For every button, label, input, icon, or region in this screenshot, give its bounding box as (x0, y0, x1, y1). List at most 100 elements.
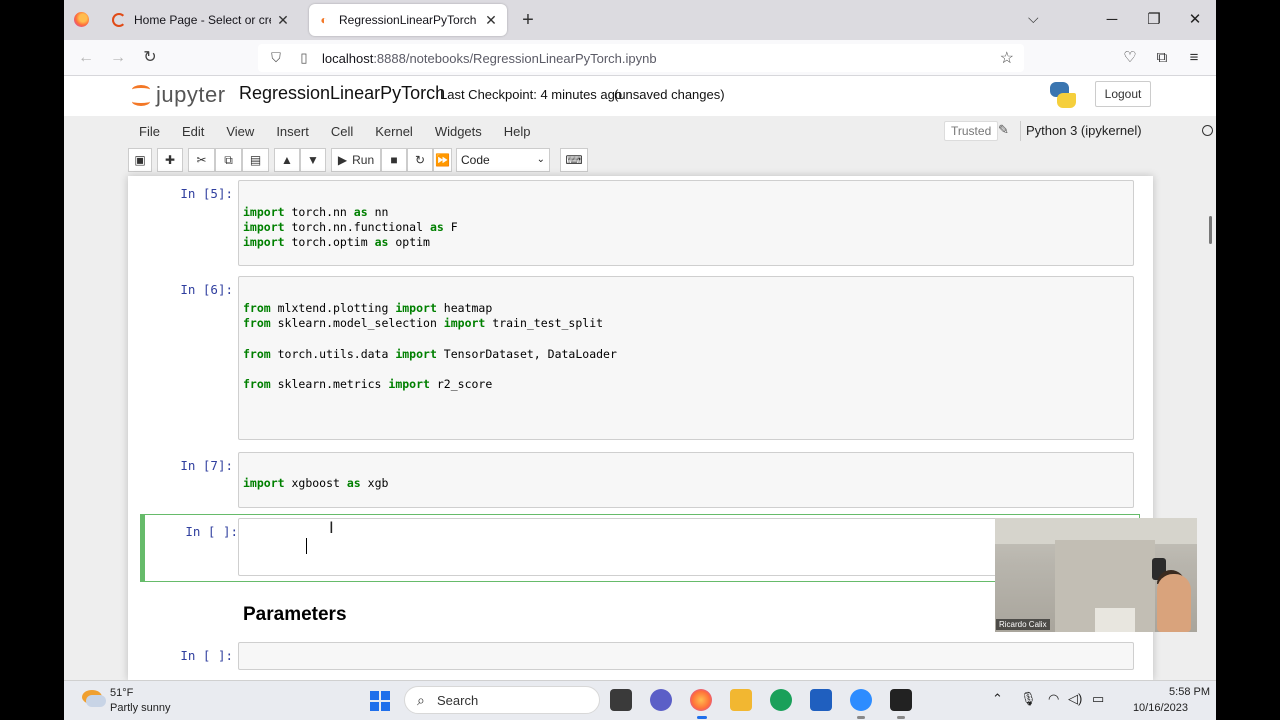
menu-bar: File Edit View Insert Cell Kernel Widget… (128, 116, 1213, 146)
save-icon[interactable]: ▣ (128, 148, 152, 172)
pocket-icon[interactable]: ♡ (1118, 46, 1142, 70)
code-editor[interactable]: from mlxtend.plotting import heatmap fro… (238, 276, 1134, 440)
teams-chat-icon[interactable] (650, 689, 672, 711)
restart-run-all-icon[interactable]: ⏩ (433, 148, 452, 172)
run-button[interactable]: ▶ Run (331, 148, 381, 172)
url-path: :8888/notebooks/RegressionLinearPyTorch.… (373, 50, 657, 66)
file-explorer-icon[interactable] (730, 689, 752, 711)
address-bar[interactable]: ⛉ ▯ localhost:8888/notebooks/RegressionL… (258, 44, 1024, 72)
chevron-down-icon: ⌄ (536, 154, 545, 165)
tab-notebook[interactable]: ◐ RegressionLinearPyTorch - Jupyter Note… (309, 4, 507, 36)
battery-icon[interactable]: ▭ (1092, 691, 1104, 707)
code-cell[interactable]: In [6]: from mlxtend.plotting import hea… (128, 274, 1153, 444)
restore-icon[interactable]: ❐ (1140, 8, 1168, 32)
code-editor[interactable]: import xgboost as xgb (238, 452, 1134, 508)
clock-time[interactable]: 5:58 PM (1150, 686, 1210, 698)
menu-cell[interactable]: Cell (320, 124, 364, 139)
interrupt-kernel-icon[interactable]: ■ (381, 148, 407, 172)
insert-cell-below-icon[interactable]: ✚ (157, 148, 183, 172)
jupyter-logo-icon (132, 83, 150, 107)
active-app-indicator (697, 716, 707, 719)
cell-type-select[interactable]: Code ⌄ (456, 148, 550, 172)
windows-start-icon[interactable] (370, 691, 390, 711)
microphone-icon[interactable]: 🎙 (1020, 691, 1037, 707)
tab-home-page[interactable]: Home Page - Select or create a notebook … (104, 4, 299, 36)
zoom-icon[interactable] (850, 689, 872, 711)
page-info-icon[interactable]: ▯ (294, 50, 314, 66)
menu-help[interactable]: Help (493, 124, 542, 139)
clock-date[interactable]: 10/16/2023 (1128, 702, 1188, 714)
list-tabs-icon[interactable]: ⌵ (1028, 10, 1039, 27)
logout-button[interactable]: Logout (1095, 81, 1151, 107)
copy-icon[interactable]: ⧉ (215, 148, 242, 172)
paste-icon[interactable]: ▤ (242, 148, 269, 172)
menu-view[interactable]: View (215, 124, 265, 139)
code-line: import torch.nn.functional as F (243, 220, 458, 234)
selected-code-cell[interactable]: In [ ]: (140, 514, 1140, 582)
text-caret (306, 538, 307, 554)
close-window-icon[interactable]: ✕ (1181, 8, 1209, 32)
code-cell[interactable]: In [ ]: (128, 640, 1153, 680)
back-icon[interactable]: ← (74, 46, 98, 70)
scrollbar[interactable] (1206, 176, 1216, 680)
browser-window: Home Page - Select or create a notebook … (64, 0, 1216, 720)
run-label: Run (352, 153, 375, 167)
edge-icon[interactable] (770, 689, 792, 711)
forward-icon[interactable]: → (106, 46, 130, 70)
kernel-name[interactable]: Python 3 (ipykernel) (1026, 123, 1142, 138)
cell-type-value: Code (461, 153, 490, 167)
weather-cloud-icon[interactable] (86, 695, 106, 707)
menu-icon[interactable]: ≡ (1182, 46, 1206, 70)
close-tab-icon[interactable]: ✕ (275, 12, 291, 29)
move-down-icon[interactable]: ▼ (300, 148, 326, 172)
code-editor[interactable]: import torch.nn as nn import torch.nn.fu… (238, 180, 1134, 266)
menu-edit[interactable]: Edit (171, 124, 215, 139)
command-palette-icon[interactable]: ⌨ (560, 148, 588, 172)
jupyter-favicon-icon: ◐ (320, 13, 328, 27)
run-icon: ▶ (337, 153, 348, 167)
close-tab-icon[interactable]: ✕ (483, 12, 499, 29)
wifi-icon[interactable]: ◠ (1048, 691, 1059, 707)
restart-kernel-icon[interactable]: ↻ (407, 148, 433, 172)
code-line: import torch.optim as optim (243, 235, 430, 249)
jupyter-logo[interactable]: jupyter (132, 82, 226, 108)
notebook-toolbar: ▣ ✚ ✂ ⧉ ▤ ▲ ▼ ▶ Run ■ ↻ ⏩ Code ⌄ ⌨ (128, 148, 1152, 174)
notebook-title[interactable]: RegressionLinearPyTorch (239, 83, 445, 104)
microsoft-store-icon[interactable] (810, 689, 832, 711)
firefox-icon[interactable] (74, 12, 89, 27)
shield-icon[interactable]: ⛉ (266, 50, 286, 66)
weather-description[interactable]: Partly sunny (110, 702, 171, 714)
scrollbar-thumb[interactable] (1209, 216, 1212, 244)
chevron-up-icon[interactable]: ⌃ (992, 691, 1003, 707)
checkpoint-status: Last Checkpoint: 4 minutes ago (440, 87, 623, 102)
markdown-heading[interactable]: Parameters (243, 604, 347, 626)
move-up-icon[interactable]: ▲ (274, 148, 300, 172)
reload-icon[interactable]: ↻ (138, 46, 162, 70)
volume-icon[interactable]: ◁) (1068, 691, 1082, 707)
trusted-indicator[interactable]: Trusted (944, 121, 999, 141)
divider (1020, 121, 1021, 141)
code-editor[interactable] (238, 642, 1134, 670)
code-cell[interactable]: In [7]: import xgboost as xgb (128, 448, 1153, 510)
url-text: localhost:8888/notebooks/RegressionLinea… (322, 51, 657, 66)
minimize-icon[interactable]: ─ (1098, 8, 1126, 32)
autosave-status: (unsaved changes) (614, 87, 725, 102)
running-app-indicator (897, 716, 905, 719)
extensions-icon[interactable]: ⧉ (1150, 46, 1174, 70)
terminal-icon[interactable] (890, 689, 912, 711)
menu-insert[interactable]: Insert (265, 124, 320, 139)
bookmark-star-icon[interactable]: ☆ (1000, 48, 1014, 68)
menu-kernel[interactable]: Kernel (364, 124, 424, 139)
menu-file[interactable]: File (128, 124, 171, 139)
weather-temperature[interactable]: 51°F (110, 687, 133, 699)
firefox-taskbar-icon[interactable] (690, 689, 712, 711)
menu-widgets[interactable]: Widgets (424, 124, 493, 139)
code-cell[interactable]: In [5]: import torch.nn as nn import tor… (128, 178, 1153, 268)
task-view-icon[interactable] (610, 689, 632, 711)
taskbar-search[interactable]: ⌕ Search (404, 686, 600, 714)
cut-icon[interactable]: ✂ (188, 148, 215, 172)
cell-prompt: In [ ]: (185, 524, 238, 539)
new-tab-icon[interactable]: + (516, 8, 540, 32)
code-line: import torch.nn as nn (243, 205, 389, 219)
running-app-indicator (857, 716, 865, 719)
